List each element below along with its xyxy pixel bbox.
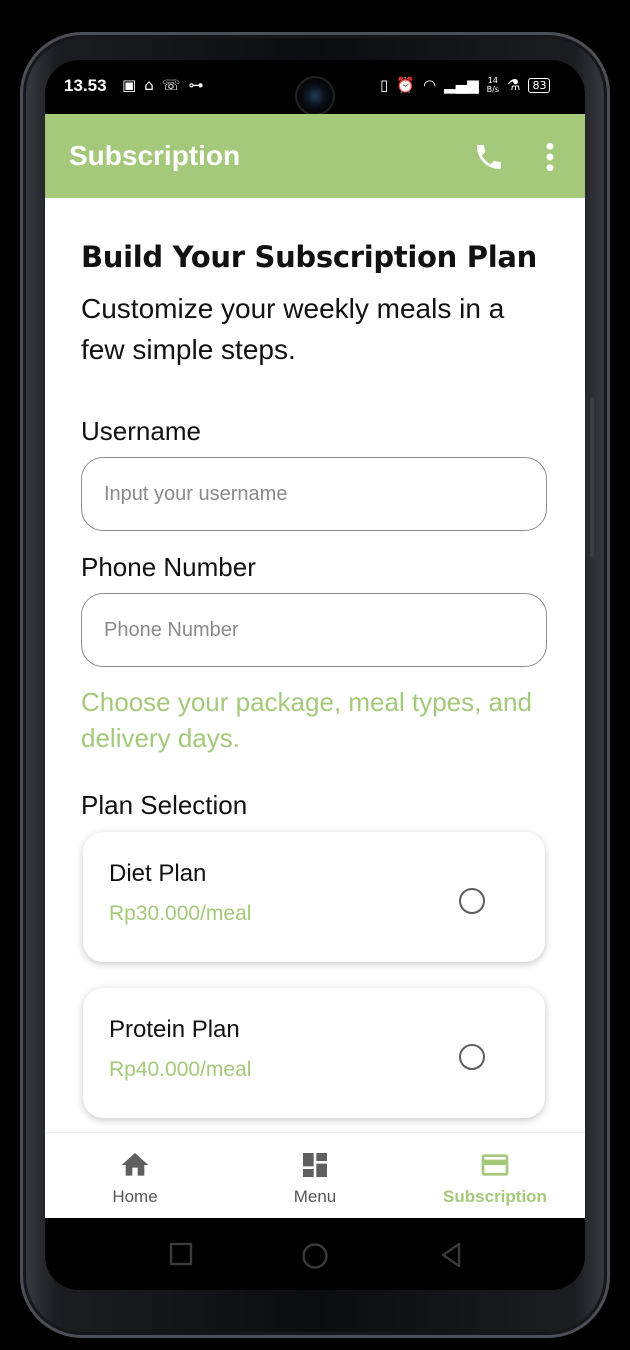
flask-icon: ⚗: [507, 76, 521, 94]
alarm-icon: ⏰: [396, 76, 415, 94]
page-subheading: Customize your weekly meals in a few sim…: [81, 293, 505, 365]
more-options-icon[interactable]: [541, 141, 559, 173]
status-icons-left: ▣⌂☏⊶: [122, 76, 211, 94]
app-bar: Subscription: [45, 114, 585, 198]
nav-item-menu[interactable]: Menu: [225, 1133, 405, 1219]
username-input[interactable]: [81, 457, 547, 531]
nav-item-home[interactable]: Home: [45, 1133, 225, 1219]
net-speed-unit: B/s: [486, 85, 500, 94]
home-icon: [121, 1153, 149, 1176]
notification-icon: ⌂: [144, 76, 162, 94]
choose-package-text: Choose your package, meal types, and del…: [81, 687, 532, 753]
card-icon: [481, 1154, 509, 1176]
back-icon[interactable]: [439, 1242, 463, 1268]
nav-item-subscription[interactable]: Subscription: [405, 1133, 585, 1219]
system-navigation-bar: [45, 1218, 585, 1290]
plan-card-protein[interactable]: Protein Plan Rp40.000/meal: [83, 988, 545, 1118]
signal-icon: ▂▄▆: [444, 76, 479, 94]
gamepad-icon: ⊶: [188, 76, 212, 94]
front-camera: [297, 78, 333, 114]
plan-selection-label: Plan Selection: [81, 790, 248, 820]
battery-indicator: 83: [528, 77, 551, 93]
status-time: 13.53: [64, 76, 107, 95]
net-speed: 14 B/s: [487, 76, 499, 94]
side-button: [590, 397, 594, 557]
plan-name: Protein Plan: [109, 1016, 240, 1043]
pinterest-icon: ▣: [122, 76, 145, 94]
plan-card-diet[interactable]: Diet Plan Rp30.000/meal: [83, 832, 545, 962]
plan-name: Diet Plan: [109, 860, 207, 887]
app-bar-title: Subscription: [69, 140, 241, 171]
plan-price: Rp40.000/meal: [109, 1058, 252, 1081]
status-icons-right: ▯ ⏰ ◠ ▂▄▆ 14 B/s ⚗ 83: [380, 76, 551, 94]
missed-call-icon: ☏: [161, 76, 189, 94]
nav-label-menu: Menu: [293, 1187, 337, 1206]
nav-label-subscription: Subscription: [443, 1187, 547, 1206]
vibrate-icon: ▯: [380, 76, 389, 94]
dashboard-icon: [303, 1153, 327, 1177]
phone-number-input[interactable]: [81, 593, 547, 667]
bottom-navigation: Home Menu Subscription: [45, 1132, 585, 1219]
plan-radio-button[interactable]: [459, 1044, 485, 1070]
net-speed-value: 14: [487, 76, 498, 85]
username-label: Username: [81, 416, 201, 446]
wifi-icon: ◠: [422, 76, 437, 94]
phone-icon[interactable]: [473, 141, 505, 173]
nav-label-home: Home: [112, 1187, 158, 1206]
plan-radio-button[interactable]: [459, 888, 485, 914]
recents-icon[interactable]: [169, 1242, 193, 1266]
phone-label: Phone Number: [81, 552, 256, 582]
subscription-form: Build Your Subscription Plan Customize y…: [45, 198, 585, 1132]
page-heading: Build Your Subscription Plan: [81, 240, 538, 274]
home-system-icon[interactable]: [301, 1242, 329, 1270]
plan-price: Rp30.000/meal: [109, 902, 252, 925]
